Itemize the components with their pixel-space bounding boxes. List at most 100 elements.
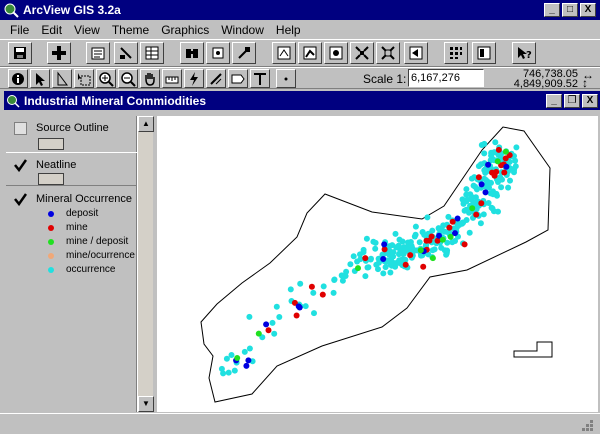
map-point-mine [308, 283, 315, 290]
map-point-occurrence [407, 239, 414, 245]
map-point-occurrence [338, 272, 345, 279]
map-point-occurrence [354, 258, 361, 265]
zoom-out-tool[interactable] [118, 69, 138, 88]
text-tool[interactable] [250, 69, 270, 88]
legend-class-mine-deposit: mine / deposit [48, 235, 137, 248]
menu-window[interactable]: Window [215, 23, 270, 37]
open-theme-table-button[interactable] [140, 42, 164, 64]
map-point-mine [265, 327, 272, 334]
zoom-in-button[interactable] [350, 42, 374, 64]
map-point-occurrence [390, 253, 397, 260]
map-point-mine-deposit [447, 233, 454, 240]
view-title: Industrial Mineral Commiodities [24, 93, 207, 108]
view-close-button[interactable]: X [582, 93, 598, 108]
theme-visibility-checkbox[interactable] [14, 193, 28, 207]
scale-label: Scale 1: [363, 72, 407, 86]
vertex-edit-tool[interactable] [52, 69, 72, 88]
theme-neatline[interactable]: Neatline [6, 152, 137, 186]
map-point-mine-deposit [429, 255, 436, 262]
zoom-in-tool[interactable] [96, 69, 116, 88]
add-theme-button[interactable] [47, 42, 71, 64]
locate-address-button[interactable] [206, 42, 230, 64]
map-point-occurrence [512, 163, 519, 170]
help-icon: ? [518, 47, 532, 61]
hotlink-icon [190, 71, 198, 86]
view-minimize-button[interactable]: _ [546, 93, 562, 108]
measure-icon [165, 76, 179, 83]
resize-grip-icon[interactable] [580, 418, 594, 432]
map-point-occurrence [368, 255, 374, 262]
view-restore-button[interactable]: ❐ [564, 93, 580, 108]
map-point-occurrence [489, 155, 496, 162]
map-point-occurrence [390, 260, 397, 266]
clear-selection-icon [477, 46, 491, 60]
map-point-mine [473, 211, 480, 218]
label-icon [231, 74, 245, 83]
map-point-occurrence [512, 157, 519, 164]
zoom-selected-button[interactable] [324, 42, 348, 64]
map-point-occurrence [330, 289, 337, 296]
edit-legend-button[interactable] [114, 42, 138, 64]
menu-file[interactable]: File [4, 23, 35, 37]
scroll-down-button[interactable]: ▼ [138, 396, 154, 412]
theme-properties-button[interactable] [86, 42, 110, 64]
minimize-button[interactable]: _ [544, 3, 560, 17]
map-display[interactable] [157, 116, 598, 412]
zoom-full-extent-button[interactable] [272, 42, 296, 64]
area-of-interest-tool[interactable] [206, 69, 226, 88]
map-point-occurrence [396, 236, 403, 243]
select-feature-tool[interactable] [74, 69, 94, 88]
checkmark-icon [14, 193, 28, 207]
identify-tool[interactable] [8, 69, 28, 88]
theme-visibility-checkbox[interactable] [14, 159, 28, 173]
map-point-occurrence [489, 205, 496, 212]
app-title: ArcView GIS 3.2a [23, 3, 121, 17]
map-point-mine-deposit [234, 355, 241, 361]
map-point-occurrence [331, 277, 338, 283]
menu-edit[interactable]: Edit [35, 23, 68, 37]
theme-visibility-checkbox[interactable] [14, 122, 27, 135]
find-button[interactable] [180, 42, 204, 64]
clear-selection-button[interactable] [472, 42, 496, 64]
pan-tool[interactable] [140, 69, 160, 88]
measure-tool[interactable] [162, 69, 182, 88]
scroll-up-button[interactable]: ▲ [138, 116, 154, 132]
query-builder-button[interactable] [232, 42, 256, 64]
map-point-occurrence [429, 227, 436, 234]
select-features-button[interactable] [444, 42, 468, 64]
pan-icon [145, 72, 155, 86]
zoom-in-icon [355, 46, 369, 60]
label-tool[interactable] [228, 69, 248, 88]
zoom-out-button[interactable] [376, 42, 400, 64]
zoom-full-extent-icon [277, 46, 291, 60]
menu-view[interactable]: View [68, 23, 106, 37]
map-point-occurrence [382, 264, 389, 271]
help-button[interactable]: ? [512, 42, 536, 64]
zoom-active-themes-icon [303, 46, 317, 60]
menu-help[interactable]: Help [270, 23, 307, 37]
map-canvas[interactable] [157, 116, 598, 412]
zoom-previous-button[interactable] [404, 42, 428, 64]
scale-input[interactable] [408, 69, 484, 87]
map-point-occurrence [463, 217, 470, 223]
legend-scrollbar[interactable]: ▲ ▼ [137, 116, 154, 412]
map-point-occurrence [412, 223, 419, 230]
theme-source-outline[interactable]: Source Outline [6, 122, 137, 156]
menu-graphics[interactable]: Graphics [155, 23, 215, 37]
draw-point-tool[interactable] [276, 69, 296, 88]
close-button[interactable]: X [580, 3, 596, 17]
map-point-occurrence [443, 251, 450, 258]
save-button[interactable] [8, 42, 32, 64]
pointer-tool[interactable] [30, 69, 50, 88]
menu-theme[interactable]: Theme [106, 23, 155, 37]
map-point-occurrence [360, 246, 367, 253]
hotlink-tool[interactable] [184, 69, 204, 88]
zoom-active-themes-button[interactable] [298, 42, 322, 64]
legend-class-label: occurrence [66, 264, 116, 275]
map-point-deposit [245, 357, 252, 364]
edit-legend-icon [120, 47, 132, 59]
map-point-occurrence [320, 283, 327, 290]
map-point-occurrence [347, 261, 354, 268]
map-point-occurrence [231, 367, 238, 374]
maximize-button[interactable]: □ [562, 3, 578, 17]
